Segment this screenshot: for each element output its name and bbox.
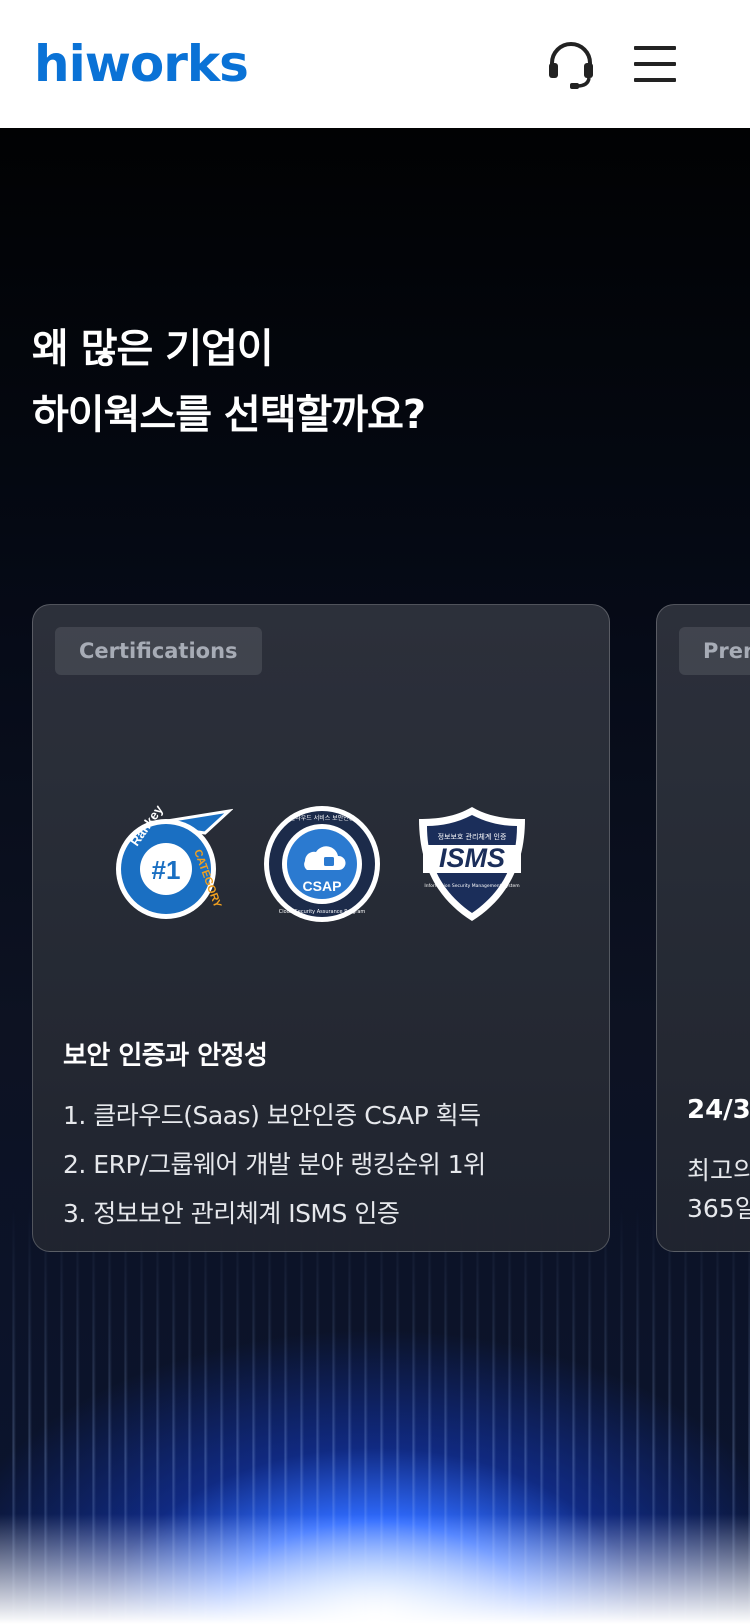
card-text-line: 365일: [687, 1194, 750, 1223]
why-hiworks-section: 왜 많은 기업이 하이웍스를 선택할까요? Certifications #1 …: [0, 128, 750, 1624]
csap-badge-top-label: 클라우드 서비스 보안인증: [290, 814, 355, 822]
headset-icon[interactable]: [544, 37, 598, 91]
isms-shield-badge: ISMS 정보보호 관리체계 인증 Information Security M…: [419, 807, 525, 921]
section-title-line-1: 왜 많은 기업이: [32, 326, 274, 372]
hiworks-logo[interactable]: hiworks: [34, 39, 249, 89]
list-item: 1. 클라우드(Saas) 보안인증 CSAP 획득: [63, 1101, 481, 1130]
card-tag: Pren: [679, 627, 750, 675]
feature-card-certifications[interactable]: Certifications #1 Rankey CATEGORY CSAP 클…: [32, 604, 610, 1252]
csap-badge-bottom-label: Cloud Security Assurance Program: [279, 909, 366, 915]
csap-badge-label: CSAP: [303, 878, 342, 894]
list-item: 3. 정보보안 관리체계 ISMS 인증: [63, 1199, 400, 1228]
card-feature-list: 1. 클라우드(Saas) 보안인증 CSAP 획득 2. ERP/그룹웨어 개…: [63, 1091, 486, 1238]
rankey-category-badge: #1 Rankey CATEGORY: [116, 803, 233, 919]
csap-badge: CSAP 클라우드 서비스 보안인증 Cloud Security Assura…: [264, 806, 380, 922]
card-text-line: 최고의: [687, 1156, 750, 1185]
header-actions: [544, 37, 682, 91]
feature-card-partial[interactable]: Pren 24/3 최고의 365일: [656, 604, 750, 1252]
list-item: 2. ERP/그룹웨어 개발 분야 랭킹순위 1위: [63, 1150, 486, 1179]
section-title: 왜 많은 기업이 하이웍스를 선택할까요?: [32, 316, 426, 448]
card-tag: Certifications: [55, 627, 262, 675]
hamburger-menu-icon[interactable]: [628, 37, 682, 91]
section-title-line-2: 하이웍스를 선택할까요?: [32, 392, 426, 438]
site-header: hiworks: [0, 0, 750, 128]
card-heading: 보안 인증과 안정성: [63, 1041, 268, 1071]
rankey-badge-number: #1: [152, 855, 181, 885]
isms-badge-bottom-label: Information Security Management System: [424, 883, 519, 889]
isms-badge-top-label: 정보보호 관리체계 인증: [438, 832, 507, 841]
background-fade: [0, 1514, 750, 1624]
card-heading: 24/3: [687, 1095, 750, 1125]
certification-badges: #1 Rankey CATEGORY CSAP 클라우드 서비스 보안인증 Cl…: [33, 799, 609, 929]
isms-badge-label: ISMS: [439, 843, 505, 873]
